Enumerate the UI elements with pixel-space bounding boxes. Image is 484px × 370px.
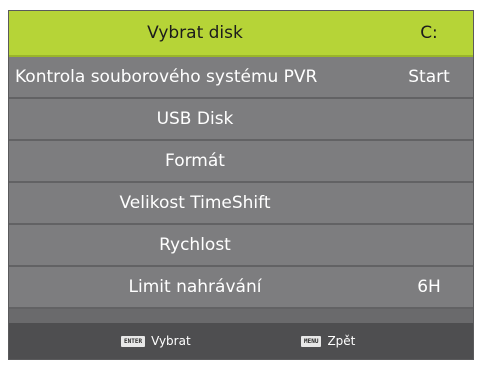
menu-item-label: Limit nahrávání — [128, 277, 262, 297]
menu-item-label: Kontrola souborového systému PVR — [15, 67, 318, 87]
menu-item-value: 6H — [417, 277, 441, 297]
menu-key-icon: MENU — [301, 335, 322, 347]
menu-item-label: Rychlost — [159, 235, 231, 255]
enter-hint-label: Vybrat — [151, 334, 191, 348]
menu-item-recording-limit[interactable]: Limit nahrávání 6H — [9, 267, 473, 309]
pvr-settings-screen: Vybrat disk C: Kontrola souborového syst… — [8, 10, 474, 360]
menu-item-usb-disk[interactable]: USB Disk — [9, 99, 473, 141]
menu-item-format[interactable]: Formát — [9, 141, 473, 183]
menu-hint-label: Zpět — [327, 334, 356, 348]
menu-item-label: Vybrat disk — [147, 23, 243, 43]
menu-item-value: Start — [408, 67, 450, 87]
enter-key-icon: ENTER — [121, 335, 146, 347]
settings-menu: Vybrat disk C: Kontrola souborového syst… — [9, 11, 473, 309]
menu-item-timeshift-size[interactable]: Velikost TimeShift — [9, 183, 473, 225]
footer-hint-bar: ENTER Vybrat MENU Zpět — [9, 323, 473, 359]
menu-item-label: Formát — [165, 151, 225, 171]
menu-item-label: Velikost TimeShift — [119, 193, 271, 213]
menu-hint: MENU Zpět — [301, 323, 355, 359]
menu-item-speed[interactable]: Rychlost — [9, 225, 473, 267]
menu-item-label: USB Disk — [156, 109, 234, 129]
menu-item-value: C: — [420, 23, 438, 43]
enter-hint: ENTER Vybrat — [121, 323, 191, 359]
menu-item-pvr-filesystem-check[interactable]: Kontrola souborového systému PVR Start — [9, 57, 473, 99]
menu-item-select-disk[interactable]: Vybrat disk C: — [9, 11, 473, 57]
